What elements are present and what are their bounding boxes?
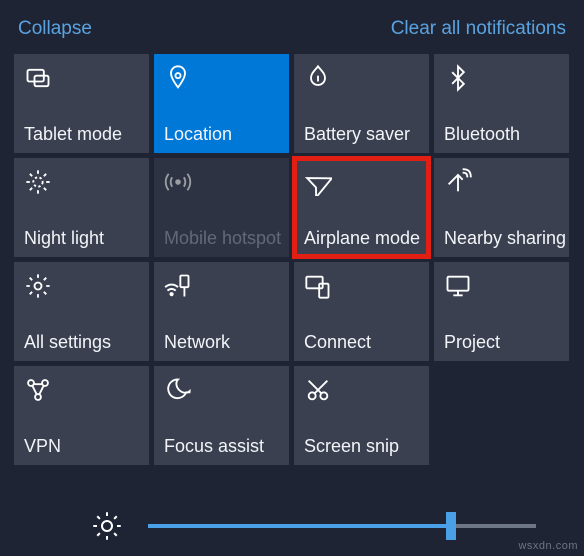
airplane-icon <box>304 168 332 196</box>
brightness-icon <box>92 511 122 541</box>
tile-label: Nearby sharing <box>444 228 566 249</box>
tile-mobile-hotspot[interactable]: Mobile hotspot <box>154 158 289 257</box>
brightness-slider[interactable] <box>148 524 536 528</box>
tile-label: Screen snip <box>304 436 399 457</box>
tile-screen-snip[interactable]: Screen snip <box>294 366 429 465</box>
gear-icon <box>24 272 52 300</box>
clear-all-link[interactable]: Clear all notifications <box>391 18 566 40</box>
tile-label: Location <box>164 124 232 145</box>
tile-location[interactable]: Location <box>154 54 289 153</box>
tile-night-light[interactable]: Night light <box>14 158 149 257</box>
focus-assist-icon <box>164 376 192 404</box>
tile-label: Focus assist <box>164 436 264 457</box>
hotspot-icon <box>164 168 192 196</box>
tile-label: Connect <box>304 332 371 353</box>
bluetooth-icon <box>444 64 472 92</box>
tile-label: Airplane mode <box>304 228 420 249</box>
tile-airplane-mode[interactable]: Airplane mode <box>294 158 429 257</box>
collapse-link[interactable]: Collapse <box>18 18 92 40</box>
connect-icon <box>304 272 332 300</box>
tile-all-settings[interactable]: All settings <box>14 262 149 361</box>
tile-label: Bluetooth <box>444 124 520 145</box>
tile-vpn[interactable]: VPN <box>14 366 149 465</box>
tile-connect[interactable]: Connect <box>294 262 429 361</box>
tile-tablet-mode[interactable]: Tablet mode <box>14 54 149 153</box>
tile-label: Tablet mode <box>24 124 122 145</box>
watermark: wsxdn.com <box>518 540 578 552</box>
tile-label: Project <box>444 332 500 353</box>
project-icon <box>444 272 472 300</box>
brightness-row <box>0 524 584 528</box>
tile-label: Network <box>164 332 230 353</box>
quick-actions-grid: Tablet mode Location Battery saver Bluetoot… <box>0 54 584 465</box>
tile-bluetooth[interactable]: Bluetooth <box>434 54 569 153</box>
tile-project[interactable]: Project <box>434 262 569 361</box>
tile-focus-assist[interactable]: Focus assist <box>154 366 289 465</box>
screen-snip-icon <box>304 376 332 404</box>
tile-label: All settings <box>24 332 111 353</box>
location-icon <box>164 64 192 92</box>
nearby-share-icon <box>444 168 472 196</box>
tile-label: Mobile hotspot <box>164 228 281 249</box>
night-light-icon <box>24 168 52 196</box>
tile-nearby-sharing[interactable]: Nearby sharing <box>434 158 569 257</box>
tile-label: Night light <box>24 228 104 249</box>
battery-saver-icon <box>304 64 332 92</box>
brightness-slider-thumb[interactable] <box>446 512 456 540</box>
tile-label: VPN <box>24 436 61 457</box>
action-center-header: Collapse Clear all notifications <box>0 0 584 54</box>
vpn-icon <box>24 376 52 404</box>
brightness-slider-fill <box>148 524 451 528</box>
network-icon <box>164 272 192 300</box>
tile-battery-saver[interactable]: Battery saver <box>294 54 429 153</box>
tile-network[interactable]: Network <box>154 262 289 361</box>
tile-label: Battery saver <box>304 124 410 145</box>
tablet-mode-icon <box>24 64 52 92</box>
